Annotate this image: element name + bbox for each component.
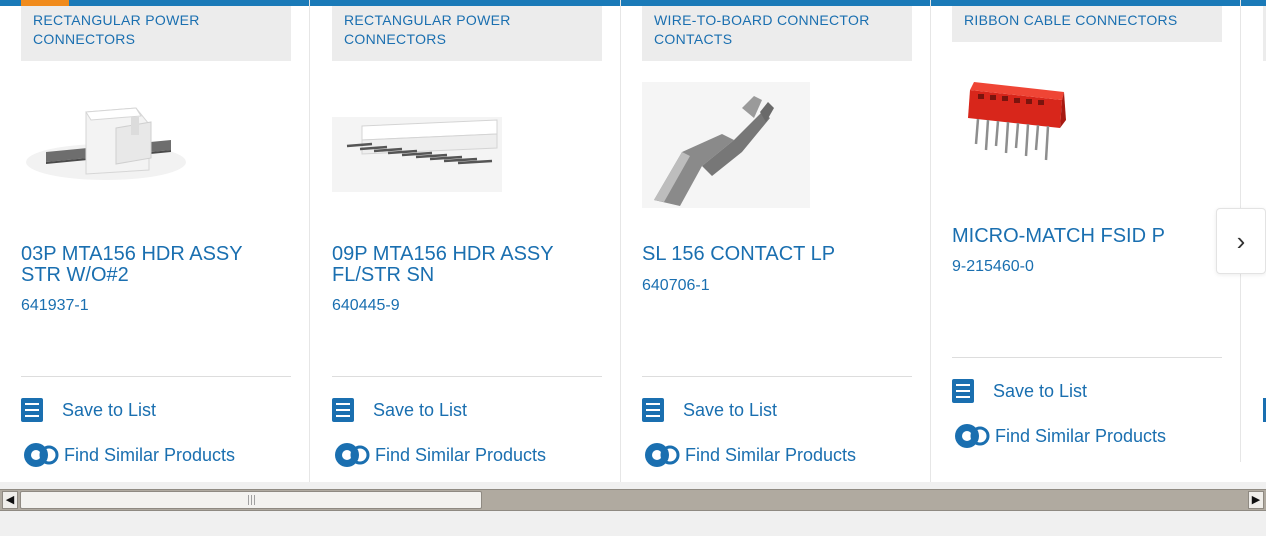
separator [952, 357, 1222, 358]
save-to-list-label: Save to List [373, 399, 468, 420]
carousel-next-button[interactable]: › [1216, 208, 1266, 274]
find-similar-label: Find Similar Products [64, 444, 236, 465]
part-number[interactable]: 9-215460-0 [952, 258, 1034, 276]
find-similar-button[interactable]: Find Similar Products [21, 440, 235, 470]
product-title[interactable]: SL 156 CONTACT LP [642, 244, 902, 265]
category-label[interactable]: RIBBON CABLE CONNECTORS [952, 6, 1222, 42]
category-label[interactable]: WIRE-TO-BOARD CONNECTOR CONTACTS [642, 6, 912, 61]
find-similar-label: Find Similar Products [685, 444, 857, 465]
part-number[interactable]: 640706-1 [642, 277, 710, 295]
scroll-right-button[interactable]: ▶ [1248, 491, 1264, 509]
separator [642, 376, 912, 377]
checklist-icon [952, 379, 974, 403]
checklist-icon [21, 398, 43, 422]
gears-icon [645, 443, 680, 467]
chevron-right-icon: › [1236, 225, 1246, 256]
separator [332, 376, 602, 377]
gears-icon [335, 443, 370, 467]
product-card: WIRE-TO-BOARD CONNECTOR CONTACTS SL 156 … [621, 0, 931, 482]
product-image[interactable] [952, 70, 1222, 200]
find-similar-button[interactable]: Find Similar Products [642, 440, 856, 470]
save-to-list-label: Save to List [62, 399, 157, 420]
find-similar-button[interactable]: Find Similar Products [952, 421, 1166, 451]
separator [21, 376, 291, 377]
horizontal-scrollbar[interactable]: ◀ ▶ [0, 489, 1266, 511]
product-title[interactable]: MICRO-MATCH FSID P [952, 226, 1212, 247]
save-to-list-label: Save to List [993, 380, 1088, 401]
save-to-list-label: Save to List [683, 399, 778, 420]
page-footer-area [0, 511, 1266, 536]
gears-icon [955, 424, 990, 448]
checklist-icon [332, 398, 354, 422]
save-to-list-button[interactable]: Save to List [642, 398, 777, 422]
scroll-left-button[interactable]: ◀ [2, 491, 18, 509]
scrollbar-thumb[interactable] [20, 491, 482, 509]
product-card: RECTANGULAR POWER CONNECTORS 03P MTA156 … [0, 0, 310, 482]
part-number[interactable]: 640445-9 [332, 297, 400, 315]
category-label[interactable]: RECTANGULAR POWER CONNECTORS [332, 6, 602, 61]
product-card: RIBBON CABLE CONNECTORS MICRO-MATCH FSID… [931, 0, 1241, 462]
part-number[interactable]: 641937-1 [21, 297, 89, 315]
save-to-list-button[interactable]: Save to List [332, 398, 467, 422]
product-image[interactable] [21, 82, 291, 212]
product-card: RECTANGULAR POWER CONNECTORS 09P MTA156 … [311, 0, 621, 482]
find-similar-button[interactable]: Find Similar Products [332, 440, 546, 470]
find-similar-label: Find Similar Products [995, 425, 1167, 446]
product-image[interactable] [332, 82, 602, 212]
gears-icon [24, 443, 59, 467]
save-to-list-button[interactable]: Save to List [21, 398, 156, 422]
save-to-list-button[interactable]: Save to List [952, 379, 1087, 403]
find-similar-label: Find Similar Products [375, 444, 547, 465]
product-carousel: RECTANGULAR POWER CONNECTORS 03P MTA156 … [0, 0, 1266, 482]
product-title[interactable]: 03P MTA156 HDR ASSY STR W/O#2 [21, 244, 281, 286]
category-label[interactable]: RECTANGULAR POWER CONNECTORS [21, 6, 291, 61]
product-image[interactable] [642, 82, 912, 212]
product-title[interactable]: 09P MTA156 HDR ASSY FL/STR SN [332, 244, 592, 286]
checklist-icon [642, 398, 664, 422]
